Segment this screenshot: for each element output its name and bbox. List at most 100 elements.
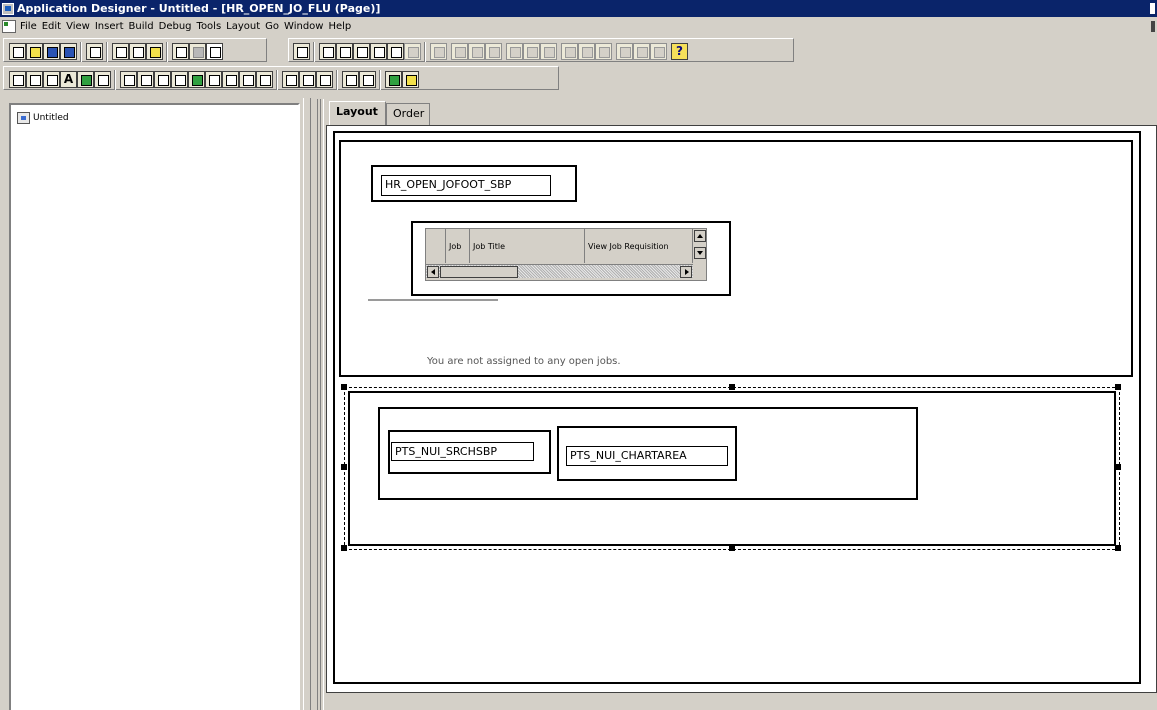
grid-icon[interactable] [404,43,421,60]
save-icon[interactable] [43,43,60,60]
scroll-bar-icon[interactable] [316,71,333,88]
space-horizontal-equal-icon[interactable] [578,43,595,60]
tab-layout[interactable]: Layout [329,101,386,125]
same-width-icon[interactable] [633,43,650,60]
align-icon[interactable] [430,43,447,60]
view-html-icon[interactable] [353,43,370,60]
static-text-icon[interactable]: A [60,71,77,88]
scroll-up-icon[interactable] [694,230,706,242]
search-subpage-field[interactable]: PTS_NUI_SRCHSBP [391,442,534,461]
page-field-icon[interactable] [336,43,353,60]
push-button-icon[interactable] [222,71,239,88]
align-left-icon[interactable] [451,43,468,60]
space-horizontal-icon[interactable] [561,43,578,60]
view-definition-icon[interactable] [370,43,387,60]
tab-order[interactable]: Order [386,103,430,125]
radio-button-icon[interactable] [239,71,256,88]
copy-icon[interactable] [129,43,146,60]
test-page-icon[interactable] [293,43,310,60]
toggle-workspace-icon[interactable] [206,43,223,60]
analytic-tree-icon[interactable] [402,71,419,88]
secondary-page-icon[interactable] [342,71,359,88]
horizontal-rule[interactable] [368,299,498,301]
resize-handle-e[interactable] [1115,464,1121,470]
checkbox-icon[interactable] [120,71,137,88]
align-bottom-icon[interactable] [540,43,557,60]
space-vertical-icon[interactable] [595,43,612,60]
no-jobs-message[interactable]: You are not assigned to any open jobs. [427,356,621,367]
resize-handle-nw[interactable] [341,384,347,390]
cut-icon[interactable] [112,43,129,60]
drop-down-list-icon[interactable] [137,71,154,88]
resize-handle-se[interactable] [1115,545,1121,551]
frame-icon[interactable] [9,71,26,88]
view-record-icon[interactable] [387,43,404,60]
menu-insert[interactable]: Insert [95,21,129,32]
long-edit-box-icon[interactable] [171,71,188,88]
scroll-right-icon[interactable] [680,266,692,278]
job-grid[interactable]: Job Job Title View Job Requisition [425,228,707,281]
document-icon[interactable] [2,20,16,33]
menu-edit[interactable]: Edit [42,21,66,32]
open-icon[interactable] [26,43,43,60]
question-mark-icon[interactable]: ? [671,43,688,60]
scroll-down-icon[interactable] [694,247,706,259]
resize-handle-ne[interactable] [1115,384,1121,390]
print-icon[interactable] [86,43,103,60]
same-height-icon[interactable] [650,43,667,60]
menu-build[interactable]: Build [129,21,159,32]
scroll-left-icon[interactable] [427,266,439,278]
resize-handle-w[interactable] [341,464,347,470]
align-top-icon[interactable] [506,43,523,60]
subpage-icon[interactable] [359,71,376,88]
paste-icon[interactable] [146,43,163,60]
resize-handle-n[interactable] [729,384,735,390]
align-center-icon[interactable] [468,43,485,60]
menu-view[interactable]: View [66,21,95,32]
toolbar-separator [276,70,278,90]
static-image-icon[interactable] [77,71,94,88]
grid-control-icon[interactable] [282,71,299,88]
menu-debug[interactable]: Debug [159,21,197,32]
project-icon[interactable] [189,43,206,60]
menu-layout[interactable]: Layout [226,21,265,32]
chart-subpage-field[interactable]: PTS_NUI_CHARTAREA [566,446,728,466]
save-all-icon[interactable] [60,43,77,60]
app-icon[interactable] [2,2,14,15]
tree-icon[interactable] [256,71,273,88]
toolbar-separator [313,42,315,62]
align-right-icon[interactable] [485,43,502,60]
grid-column-job-title[interactable]: Job Title [470,229,585,263]
mdi-control[interactable] [1151,21,1155,32]
tree-root-item[interactable]: Untitled [17,112,69,124]
scroll-thumb[interactable] [440,266,518,278]
order-icon[interactable] [319,43,336,60]
menu-go[interactable]: Go [265,21,284,32]
scroll-area-icon[interactable] [299,71,316,88]
horizontal-rule-icon[interactable] [43,71,60,88]
html-area-icon[interactable] [205,71,222,88]
grid-column-job[interactable]: Job [446,229,470,263]
grid-horizontal-scrollbar[interactable] [426,264,693,278]
chart-icon[interactable] [94,71,111,88]
resize-handle-s[interactable] [729,545,735,551]
properties-icon[interactable] [172,43,189,60]
menu-file[interactable]: File [20,21,42,32]
resize-handle-sw[interactable] [341,545,347,551]
menu-window[interactable]: Window [284,21,328,32]
analytic-grid-icon[interactable] [385,71,402,88]
edit-box-icon[interactable] [154,71,171,88]
subpage-field-top[interactable]: HR_OPEN_JOFOOT_SBP [381,175,551,196]
new-icon[interactable] [9,43,26,60]
project-workspace[interactable]: Untitled [9,103,300,710]
same-size-icon[interactable] [616,43,633,60]
window-control[interactable] [1150,3,1155,14]
splitter[interactable] [303,98,311,710]
grid-vertical-scrollbar[interactable] [692,229,706,263]
menu-help[interactable]: Help [328,21,356,32]
image-icon[interactable] [188,71,205,88]
group-box-icon[interactable] [26,71,43,88]
grid-column-view-req[interactable]: View Job Requisition [585,229,692,263]
align-middle-icon[interactable] [523,43,540,60]
menu-tools[interactable]: Tools [197,21,227,32]
